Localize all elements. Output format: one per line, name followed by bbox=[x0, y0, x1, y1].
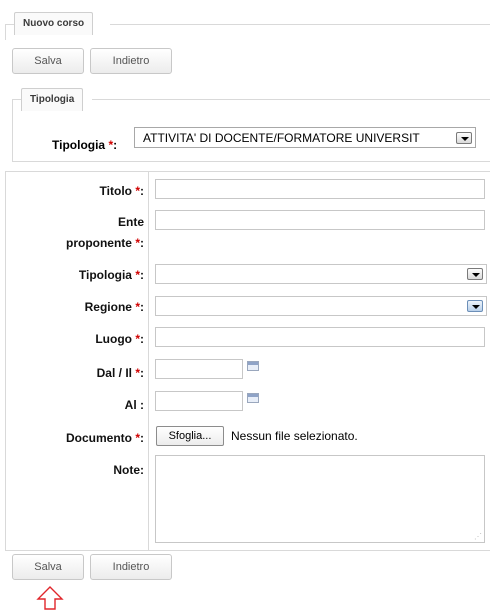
fieldset-tab-tipologia: Tipologia bbox=[21, 88, 84, 111]
label-colon: : bbox=[140, 366, 144, 380]
chevron-down-icon[interactable] bbox=[456, 132, 472, 144]
save-button-bottom[interactable]: Salva bbox=[12, 554, 84, 580]
save-button-top[interactable]: Salva bbox=[12, 48, 84, 74]
tipologia-select[interactable]: ATTIVITA' DI DOCENTE/FORMATORE UNIVERSIT bbox=[134, 127, 476, 148]
ente-label-text: proponente bbox=[65, 236, 132, 250]
titolo-input[interactable] bbox=[155, 179, 485, 199]
browse-file-button[interactable]: Sfoglia... bbox=[156, 426, 224, 446]
ente-proponente-input[interactable] bbox=[155, 210, 485, 230]
dal-date-input[interactable] bbox=[155, 359, 243, 379]
section-title: Nuovo corso bbox=[23, 18, 85, 29]
calendar-icon[interactable] bbox=[247, 393, 259, 403]
documento-label: Documento *: bbox=[66, 431, 144, 445]
dal-label: Dal / Il *: bbox=[97, 366, 144, 380]
form-bottom-border bbox=[5, 550, 490, 551]
section-tab-nuovo-corso: Nuovo corso bbox=[14, 12, 94, 35]
tipologia-form-select[interactable] bbox=[155, 264, 487, 284]
note-textarea[interactable]: ⋰ bbox=[155, 455, 485, 543]
back-button-bottom[interactable]: Indietro bbox=[90, 554, 172, 580]
chevron-down-icon[interactable] bbox=[467, 268, 483, 280]
label-colon: : bbox=[140, 184, 144, 198]
al-date-input[interactable] bbox=[155, 391, 243, 411]
fieldset-top-border-left bbox=[12, 99, 21, 100]
regione-select[interactable] bbox=[155, 296, 487, 316]
regione-label-text: Regione bbox=[84, 300, 132, 314]
back-button-top[interactable]: Indietro bbox=[90, 48, 172, 74]
tipologia-select-value: ATTIVITA' DI DOCENTE/FORMATORE UNIVERSIT bbox=[143, 131, 420, 145]
titolo-label-text: Titolo bbox=[99, 184, 132, 198]
label-colon: : bbox=[140, 332, 144, 346]
label-colon: : bbox=[140, 236, 144, 250]
luogo-input[interactable] bbox=[155, 327, 485, 347]
al-label: Al : bbox=[124, 398, 144, 412]
form-column-divider bbox=[148, 171, 149, 551]
tipologia-label-text: Tipologia bbox=[52, 138, 106, 152]
label-colon: : bbox=[113, 138, 118, 152]
no-file-selected-text: Nessun file selezionato. bbox=[231, 429, 358, 443]
fieldset-title: Tipologia bbox=[30, 94, 75, 105]
documento-label-text: Documento bbox=[65, 431, 132, 445]
label-colon: : bbox=[140, 300, 144, 314]
calendar-icon[interactable] bbox=[247, 361, 259, 371]
chevron-down-icon[interactable] bbox=[467, 300, 483, 312]
section-divider bbox=[110, 24, 490, 25]
section-left-border bbox=[5, 24, 6, 40]
tipologia-form-label: Tipologia *: bbox=[79, 268, 144, 282]
section-divider-left bbox=[5, 24, 14, 25]
tipologia-form-label-text: Tipologia bbox=[78, 268, 132, 282]
form-top-border bbox=[5, 171, 490, 172]
up-arrow-icon bbox=[36, 586, 64, 610]
dal-label-text: Dal / Il bbox=[96, 366, 132, 380]
luogo-label-text: Luogo bbox=[95, 332, 132, 346]
label-colon: : bbox=[140, 268, 144, 282]
ente-label-line1: Ente bbox=[117, 215, 144, 229]
fieldset-bottom-border bbox=[12, 161, 490, 162]
label-colon: : bbox=[140, 431, 144, 445]
titolo-label: Titolo *: bbox=[100, 184, 144, 198]
regione-label: Regione *: bbox=[85, 300, 144, 314]
fieldset-left-border bbox=[12, 99, 13, 161]
luogo-label: Luogo *: bbox=[95, 332, 144, 346]
ente-label-line2: proponente *: bbox=[66, 236, 144, 250]
tipologia-label: Tipologia *: bbox=[52, 138, 117, 152]
resize-handle-icon[interactable]: ⋰ bbox=[474, 532, 482, 541]
fieldset-top-border bbox=[92, 99, 490, 100]
note-label: Note: bbox=[113, 463, 144, 477]
form-left-border bbox=[5, 171, 6, 551]
